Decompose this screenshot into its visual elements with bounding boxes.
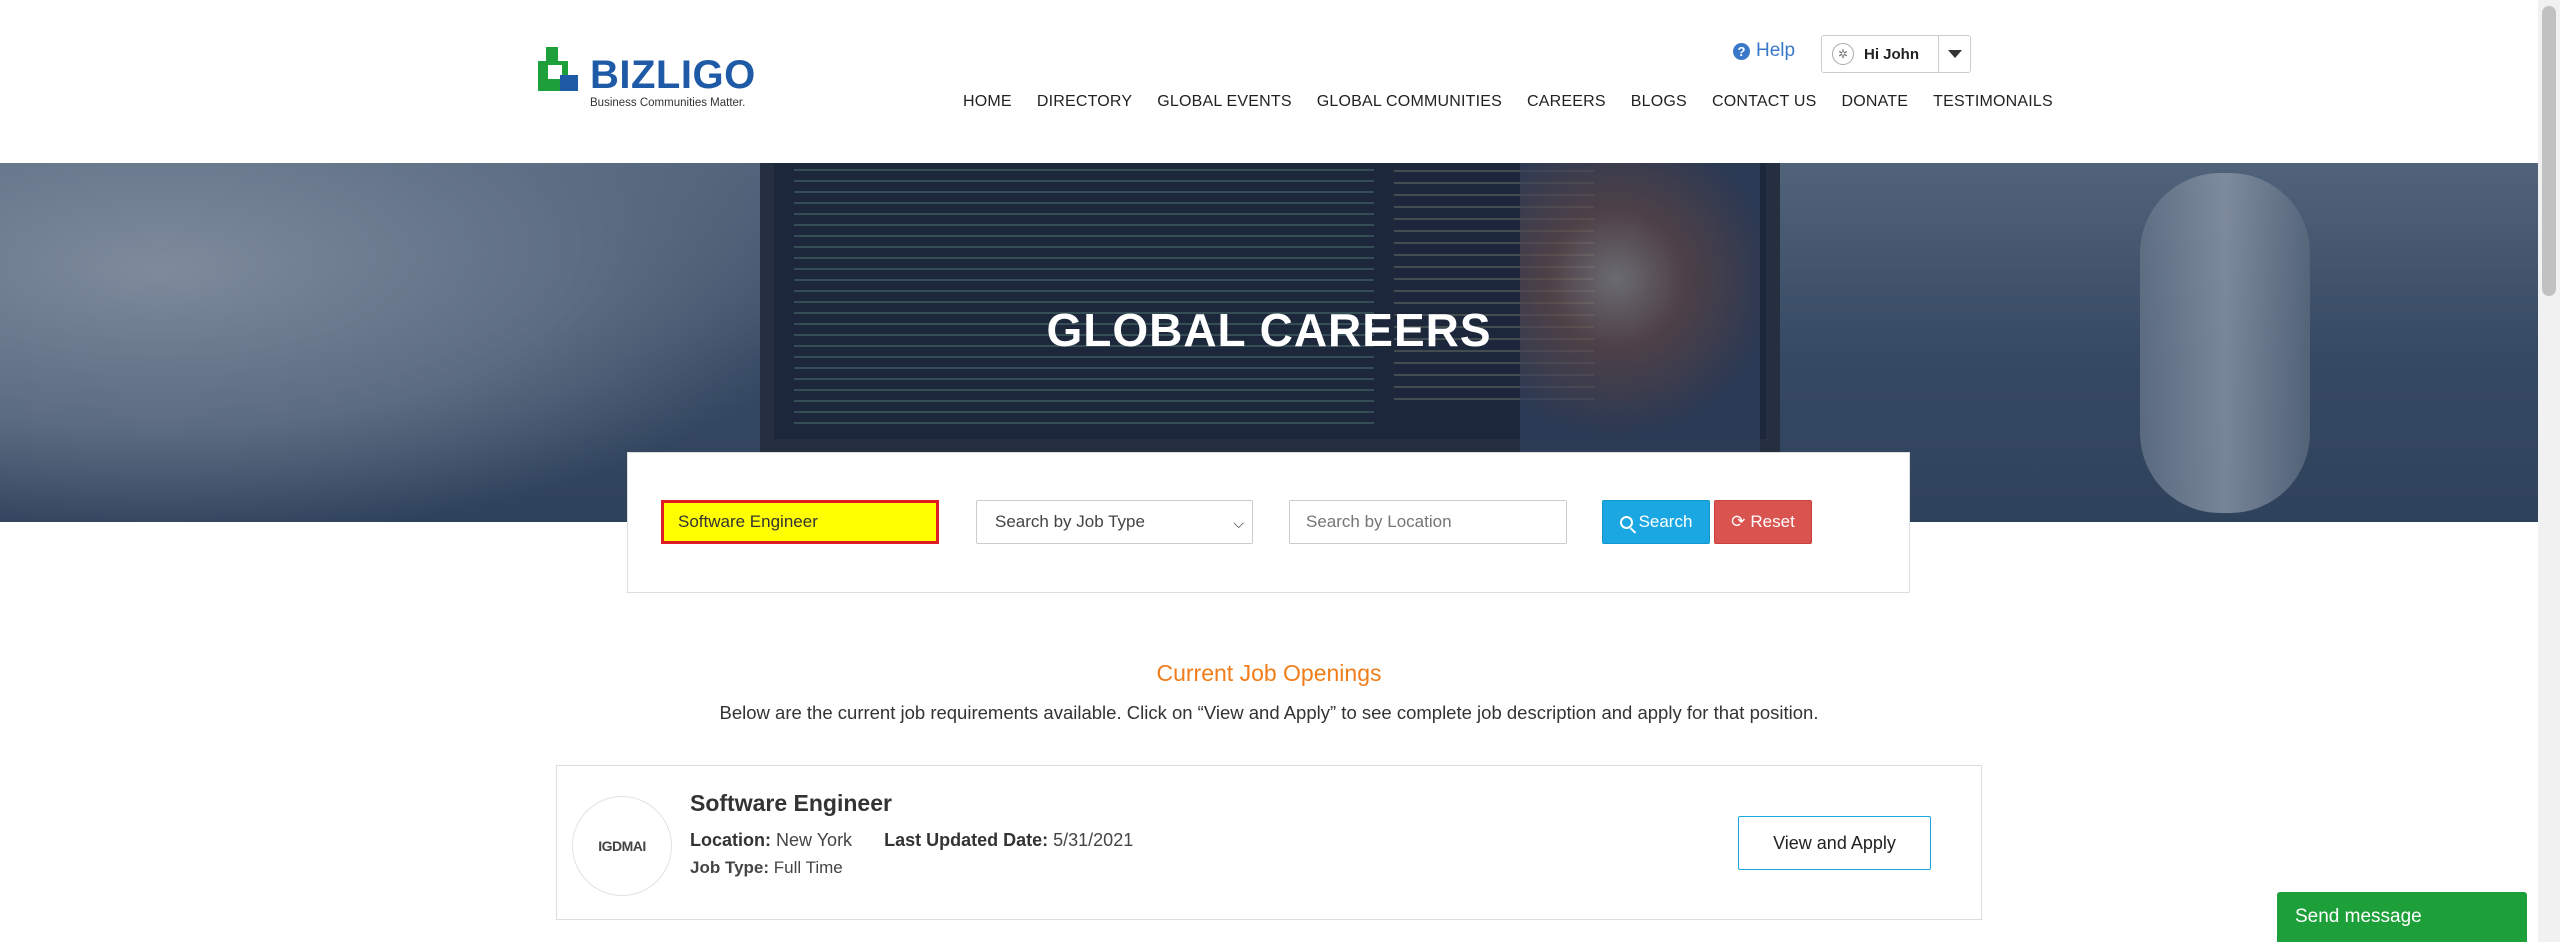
- chevron-down-icon: ⌵: [1233, 515, 1244, 531]
- company-logo-text: IGDMAI: [598, 838, 646, 854]
- reset-button[interactable]: ⟳ Reset: [1714, 500, 1812, 544]
- search-icon: [1619, 515, 1633, 529]
- job-title: Software Engineer: [690, 790, 892, 816]
- user-menu-button[interactable]: ✲ Hi John: [1821, 35, 1971, 73]
- keyword-search-input[interactable]: [661, 500, 939, 544]
- page-title: GLOBAL CAREERS: [1046, 304, 1492, 356]
- openings-description: Below are the current job requirements a…: [719, 702, 1819, 723]
- nav-donate[interactable]: DONATE: [1841, 93, 1908, 111]
- nav-global-events[interactable]: GLOBAL EVENTS: [1157, 93, 1292, 111]
- reset-button-label: Reset: [1750, 512, 1795, 531]
- caret-down-icon: [1947, 50, 1962, 58]
- scrollbar-thumb[interactable]: [2542, 6, 2556, 296]
- send-message-chat-button[interactable]: Send message: [2277, 892, 2527, 942]
- user-name-label: Hi John: [1864, 45, 1919, 63]
- job-updated-date: 5/31/2021: [1053, 830, 1134, 850]
- main-nav: HOME DIRECTORY GLOBAL EVENTS GLOBAL COMM…: [963, 93, 2053, 111]
- updated-label: Last Updated Date:: [884, 830, 1049, 850]
- nav-contact-us[interactable]: CONTACT US: [1712, 93, 1817, 111]
- job-meta: Location: New York Last Updated Date: 5/…: [690, 830, 1133, 851]
- nav-directory[interactable]: DIRECTORY: [1037, 93, 1132, 111]
- location-label: Location:: [690, 830, 771, 850]
- job-type-select[interactable]: Search by Job Type ⌵: [976, 500, 1253, 544]
- job-type-line: Job Type: Full Time: [690, 858, 843, 878]
- bizligo-logo[interactable]: BIZLIGO Business Communities Matter.: [538, 47, 768, 111]
- view-and-apply-button[interactable]: View and Apply: [1738, 816, 1931, 870]
- job-location: New York: [776, 830, 853, 850]
- job-type-selected-value: Search by Job Type: [995, 512, 1145, 531]
- logo-wordmark: BIZLIGO: [590, 53, 756, 97]
- openings-heading: Current Job Openings: [1156, 660, 1382, 686]
- help-label: Help: [1756, 40, 1796, 61]
- career-search-panel: Search by Job Type ⌵ Search ⟳ Reset: [627, 452, 1910, 593]
- logo-mark-icon: [538, 47, 578, 91]
- company-logo: IGDMAI: [572, 796, 672, 896]
- nav-careers[interactable]: CAREERS: [1527, 93, 1606, 111]
- nav-testimonials[interactable]: TESTIMONAILS: [1933, 93, 2053, 111]
- nav-global-communities[interactable]: GLOBAL COMMUNITIES: [1317, 93, 1502, 111]
- avatar-icon: ✲: [1832, 43, 1854, 65]
- search-button[interactable]: Search: [1602, 500, 1710, 544]
- site-header: BIZLIGO Business Communities Matter. ? H…: [0, 0, 2538, 163]
- help-link[interactable]: ? Help: [1733, 40, 1795, 62]
- logo-tagline: Business Communities Matter.: [590, 97, 746, 109]
- nav-blogs[interactable]: BLOGS: [1631, 93, 1687, 111]
- user-menu-dropdown-toggle[interactable]: [1938, 36, 1970, 72]
- search-button-label: Search: [1638, 512, 1693, 531]
- page-scrollbar[interactable]: [2538, 0, 2560, 942]
- job-card: IGDMAI Software Engineer Location: New Y…: [556, 765, 1982, 920]
- job-type-label: Job Type:: [690, 858, 770, 877]
- location-search-input[interactable]: [1289, 500, 1567, 544]
- refresh-icon: ⟳: [1731, 512, 1746, 531]
- job-type-value: Full Time: [773, 858, 843, 877]
- question-icon: ?: [1733, 42, 1750, 60]
- nav-home[interactable]: HOME: [963, 93, 1012, 111]
